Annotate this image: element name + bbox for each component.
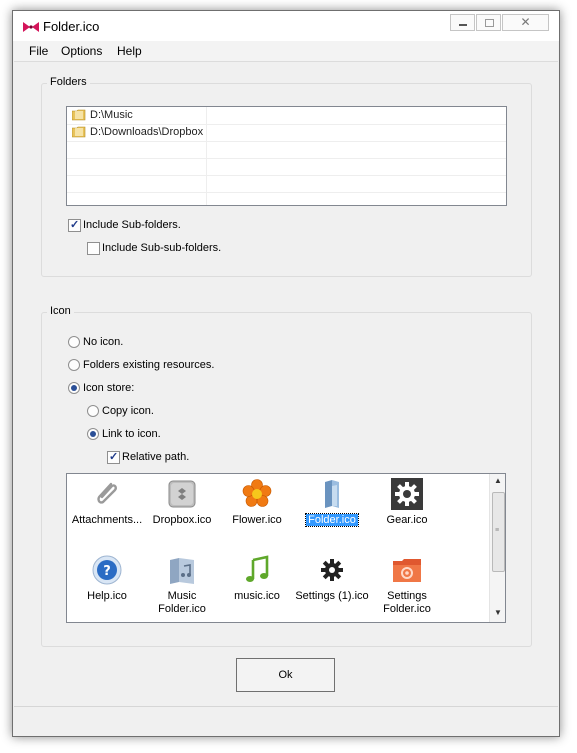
window-title: Folder.ico <box>43 19 100 34</box>
icon-store-scrollbar[interactable]: ▲ ≡ ▼ <box>489 474 505 622</box>
no-icon-radio[interactable] <box>68 336 80 348</box>
grip-icon: ≡ <box>495 527 500 534</box>
maximize-icon <box>485 19 494 27</box>
close-icon: ✕ <box>520 15 531 29</box>
include-subsubfolders-checkbox[interactable] <box>87 242 100 255</box>
copy-icon-radio[interactable] <box>87 405 99 417</box>
menu-help[interactable]: Help <box>117 44 142 58</box>
icon-store-item-label: Attachments... <box>71 514 143 526</box>
list-item <box>67 175 506 193</box>
icon-store-item-label: Music Folder.ico <box>158 590 206 615</box>
radio-selected-dot <box>90 431 96 437</box>
folder-icon <box>72 126 86 138</box>
folder-path: D:\Music <box>90 109 133 121</box>
list-item[interactable]: D:\Music <box>67 107 506 125</box>
maximize-button[interactable] <box>476 14 501 31</box>
existing-resources-label[interactable]: Folders existing resources. <box>83 359 214 371</box>
settings-folder-icon <box>393 559 421 582</box>
existing-resources-radio[interactable] <box>68 359 80 371</box>
ok-button[interactable]: Ok <box>236 658 335 692</box>
include-subfolders-label[interactable]: Include Sub-folders. <box>83 219 181 231</box>
icon-store-radio[interactable] <box>68 382 80 394</box>
copy-icon-label[interactable]: Copy icon. <box>102 405 154 417</box>
menu-bar: File Options Help <box>14 41 558 62</box>
icon-store-item-label: Settings Folder.ico <box>383 590 431 615</box>
bowtie-app-icon <box>23 22 39 32</box>
help-icon: ? <box>92 555 122 585</box>
icon-store-item-label: Folder.ico <box>305 513 359 527</box>
no-icon-label[interactable]: No icon. <box>83 336 123 348</box>
relative-path-label[interactable]: Relative path. <box>122 451 189 463</box>
minimize-button[interactable] <box>450 14 475 31</box>
include-subsubfolders-label[interactable]: Include Sub-sub-folders. <box>102 242 221 254</box>
music-folder-icon <box>170 558 194 584</box>
folders-group-label: Folders <box>47 76 90 88</box>
link-to-icon-radio[interactable] <box>87 428 99 440</box>
relative-path-checkbox[interactable]: ✓ <box>107 451 120 464</box>
folders-list[interactable]: D:\Music D:\Downloads\Dropbox <box>66 106 507 206</box>
svg-text:?: ? <box>103 564 111 579</box>
scroll-up-arrow-icon[interactable]: ▲ <box>490 476 505 485</box>
app-window: Folder.ico ✕ File Options Help Folders D… <box>12 10 560 737</box>
minimize-icon <box>459 24 467 26</box>
icon-store-label[interactable]: Icon store: <box>83 382 134 394</box>
icon-store-item-label: Flower.ico <box>232 514 282 526</box>
icon-store-item-label: Gear.ico <box>386 514 428 526</box>
list-item <box>67 158 506 176</box>
icon-store-item-label: Help.ico <box>87 590 127 602</box>
close-button[interactable]: ✕ <box>502 14 549 31</box>
gear-icon <box>391 478 423 510</box>
folder-icon <box>72 109 86 121</box>
icon-store-view[interactable]: Attachments... Dropbox.ico Flower.ico Fo… <box>66 473 506 623</box>
settings-icon <box>321 559 343 581</box>
menu-file[interactable]: File <box>29 44 48 58</box>
menu-options[interactable]: Options <box>61 44 102 58</box>
icon-store-item-label: Dropbox.ico <box>152 514 212 526</box>
checkmark-icon: ✓ <box>70 219 80 231</box>
scroll-down-arrow-icon[interactable]: ▼ <box>490 608 505 617</box>
title-bar[interactable]: Folder.ico ✕ <box>13 11 559 41</box>
checkmark-icon: ✓ <box>109 451 119 463</box>
status-bar <box>14 706 558 730</box>
link-to-icon-label[interactable]: Link to icon. <box>102 428 161 440</box>
paperclip-icon <box>97 482 117 504</box>
icon-store-item-label: Settings (1).ico <box>295 590 369 602</box>
scroll-thumb[interactable]: ≡ <box>492 492 505 572</box>
radio-selected-dot <box>71 385 77 391</box>
dropbox-icon <box>168 480 196 508</box>
folder-path: D:\Downloads\Dropbox <box>90 126 204 138</box>
include-subfolders-checkbox[interactable]: ✓ <box>68 219 81 232</box>
list-item <box>67 141 506 159</box>
folder-icon <box>325 480 339 508</box>
flower-icon <box>242 479 272 507</box>
list-item[interactable]: D:\Downloads\Dropbox <box>67 124 506 142</box>
music-note-icon <box>246 555 269 582</box>
icon-store-item-label: music.ico <box>234 590 280 602</box>
icon-group-label: Icon <box>47 305 74 317</box>
